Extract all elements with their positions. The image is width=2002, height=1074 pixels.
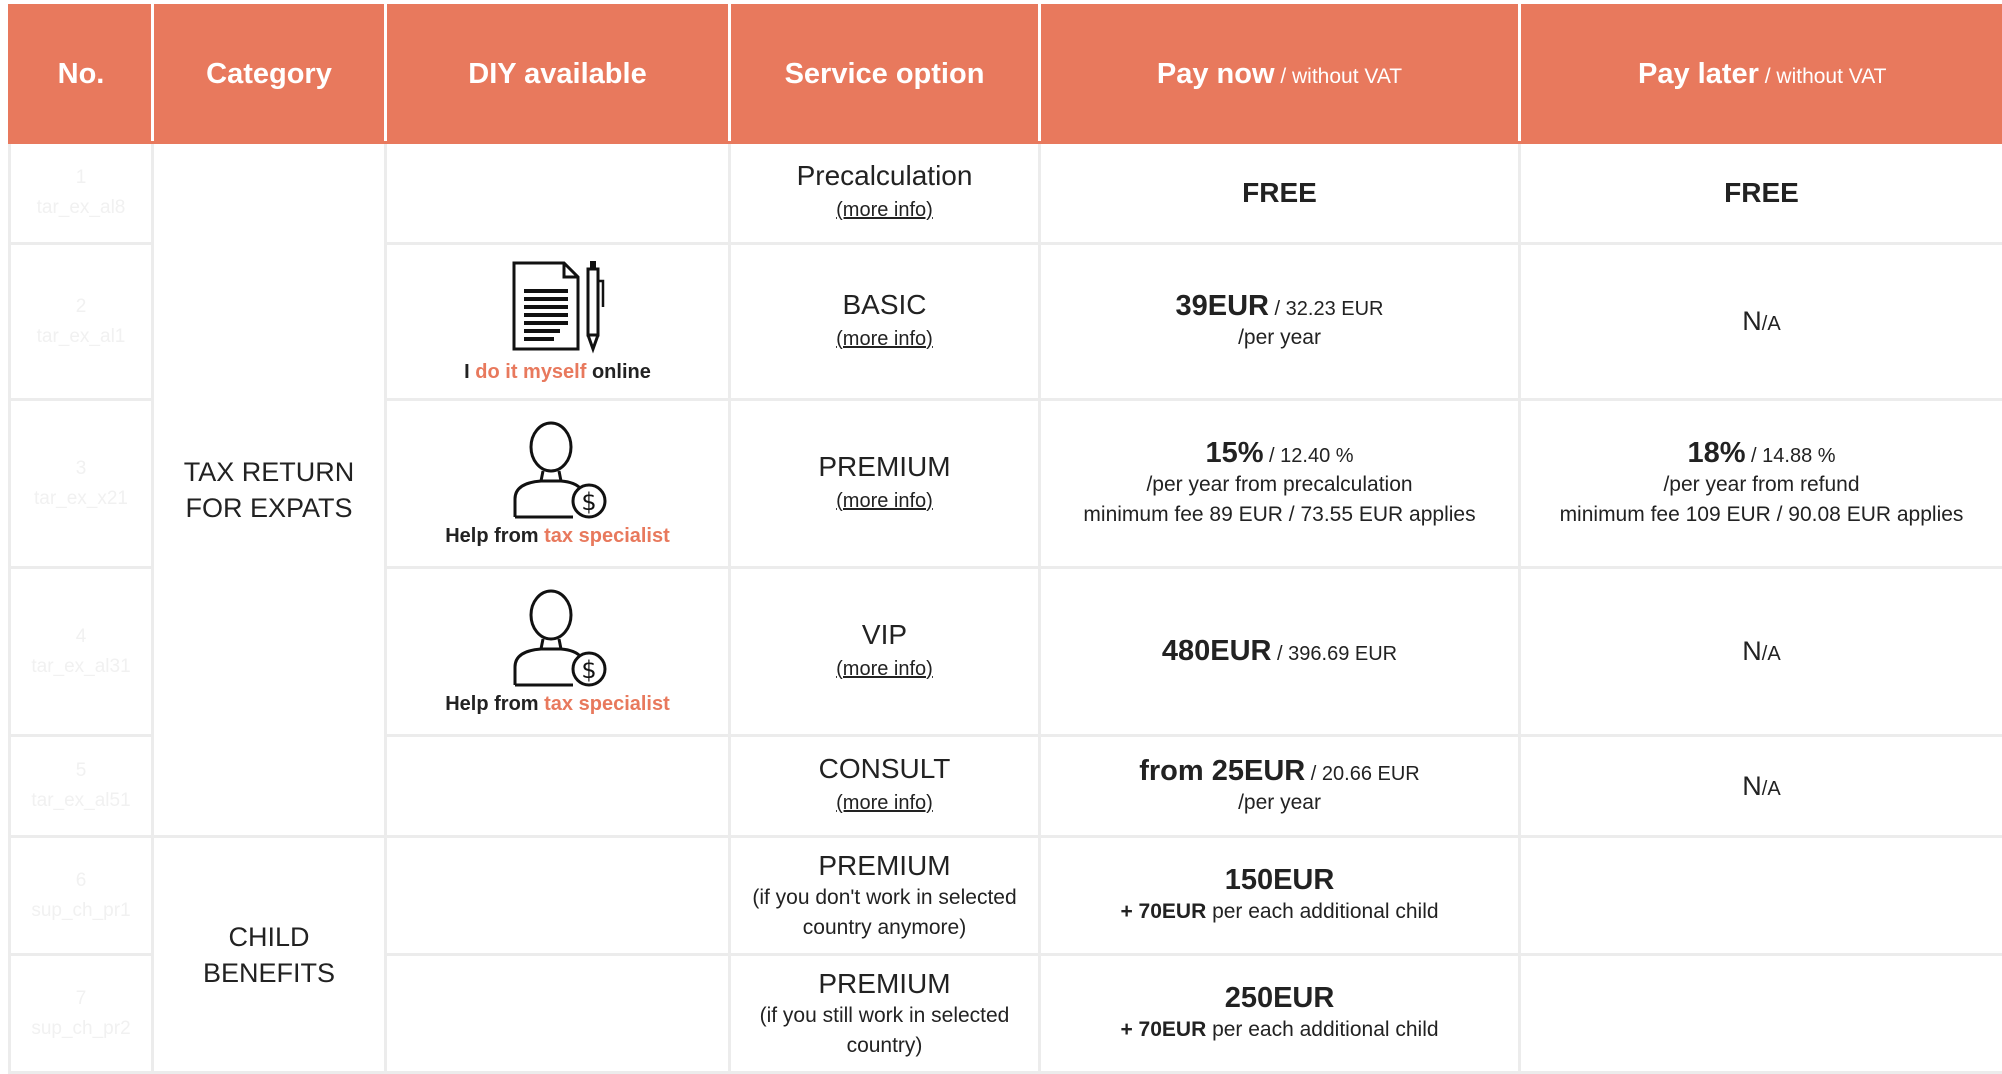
row-number-cell: 2tar_ex_al1 — [10, 244, 153, 400]
diy-label: I do it myself online — [387, 361, 728, 384]
pay-now-cell: from 25EUR / 20.66 EUR/per year — [1040, 736, 1520, 837]
diy-cell: I do it myself online — [386, 244, 730, 400]
document-pen-icon — [508, 259, 608, 355]
service-cell: PREMIUM(if you still work in selected co… — [730, 955, 1040, 1073]
row-number-cell: 5tar_ex_al51 — [10, 736, 153, 837]
row-number-cell: 1tar_ex_al8 — [10, 143, 153, 244]
pay-now-cell: 150EUR+ 70EUR per each additional child — [1040, 837, 1520, 955]
diy-cell — [386, 736, 730, 837]
row-number-cell: 4tar_ex_al31 — [10, 568, 153, 736]
diy-label: Help from tax specialist — [387, 525, 728, 548]
row-number-cell: 6sup_ch_pr1 — [10, 837, 153, 955]
pay-later-cell: N/A — [1520, 244, 2002, 400]
service-cell: Precalculation(more info) — [730, 143, 1040, 244]
header-category: Category — [153, 6, 386, 143]
service-cell: PREMIUM(more info) — [730, 400, 1040, 568]
more-info-link[interactable]: (more info) — [731, 652, 1038, 686]
more-info-link[interactable]: (more info) — [731, 484, 1038, 518]
diy-cell: $ Help from tax specialist — [386, 400, 730, 568]
more-info-link[interactable]: (more info) — [731, 193, 1038, 227]
diy-cell — [386, 143, 730, 244]
pay-later-cell — [1520, 955, 2002, 1073]
person-dollar-icon: $ — [503, 419, 613, 519]
diy-cell — [386, 837, 730, 955]
header-diy: DIY available — [386, 6, 730, 143]
diy-cell — [386, 955, 730, 1073]
service-cell: PREMIUM(if you don't work in selected co… — [730, 837, 1040, 955]
service-cell: CONSULT(more info) — [730, 736, 1040, 837]
svg-text:$: $ — [581, 488, 596, 516]
table-row: 1tar_ex_al8 TAX RETURN FOR EXPATS Precal… — [10, 143, 2002, 244]
pay-now-cell: 15% / 12.40 %/per year from precalculati… — [1040, 400, 1520, 568]
diy-cell: $ Help from tax specialist — [386, 568, 730, 736]
pay-later-cell — [1520, 837, 2002, 955]
header-pay-now: Pay now / without VAT — [1040, 6, 1520, 143]
pay-now-cell: 39EUR / 32.23 EUR/per year — [1040, 244, 1520, 400]
pay-later-cell: N/A — [1520, 736, 2002, 837]
pay-later-cell: N/A — [1520, 568, 2002, 736]
table-row: 6sup_ch_pr1 CHILD BENEFITS PREMIUM(if yo… — [10, 837, 2002, 955]
more-info-link[interactable]: (more info) — [731, 322, 1038, 356]
row-number-cell: 3tar_ex_x21 — [10, 400, 153, 568]
service-cell: VIP(more info) — [730, 568, 1040, 736]
header-service: Service option — [730, 6, 1040, 143]
pay-later-cell: 18% / 14.88 %/per year from refundminimu… — [1520, 400, 2002, 568]
pay-now-cell: 250EUR+ 70EUR per each additional child — [1040, 955, 1520, 1073]
pay-later-cell: FREE — [1520, 143, 2002, 244]
svg-text:$: $ — [581, 656, 596, 684]
pricing-table: No. Category DIY available Service optio… — [8, 4, 2002, 1074]
person-dollar-icon: $ — [503, 587, 613, 687]
category-cell: CHILD BENEFITS — [153, 837, 386, 1073]
diy-label: Help from tax specialist — [387, 693, 728, 716]
service-cell: BASIC(more info) — [730, 244, 1040, 400]
table-header-row: No. Category DIY available Service optio… — [10, 6, 2002, 143]
header-pay-later: Pay later / without VAT — [1520, 6, 2002, 143]
header-no: No. — [10, 6, 153, 143]
more-info-link[interactable]: (more info) — [731, 786, 1038, 820]
row-number-cell: 7sup_ch_pr2 — [10, 955, 153, 1073]
pay-now-cell: 480EUR / 396.69 EUR — [1040, 568, 1520, 736]
category-cell: TAX RETURN FOR EXPATS — [153, 143, 386, 837]
pay-now-cell: FREE — [1040, 143, 1520, 244]
